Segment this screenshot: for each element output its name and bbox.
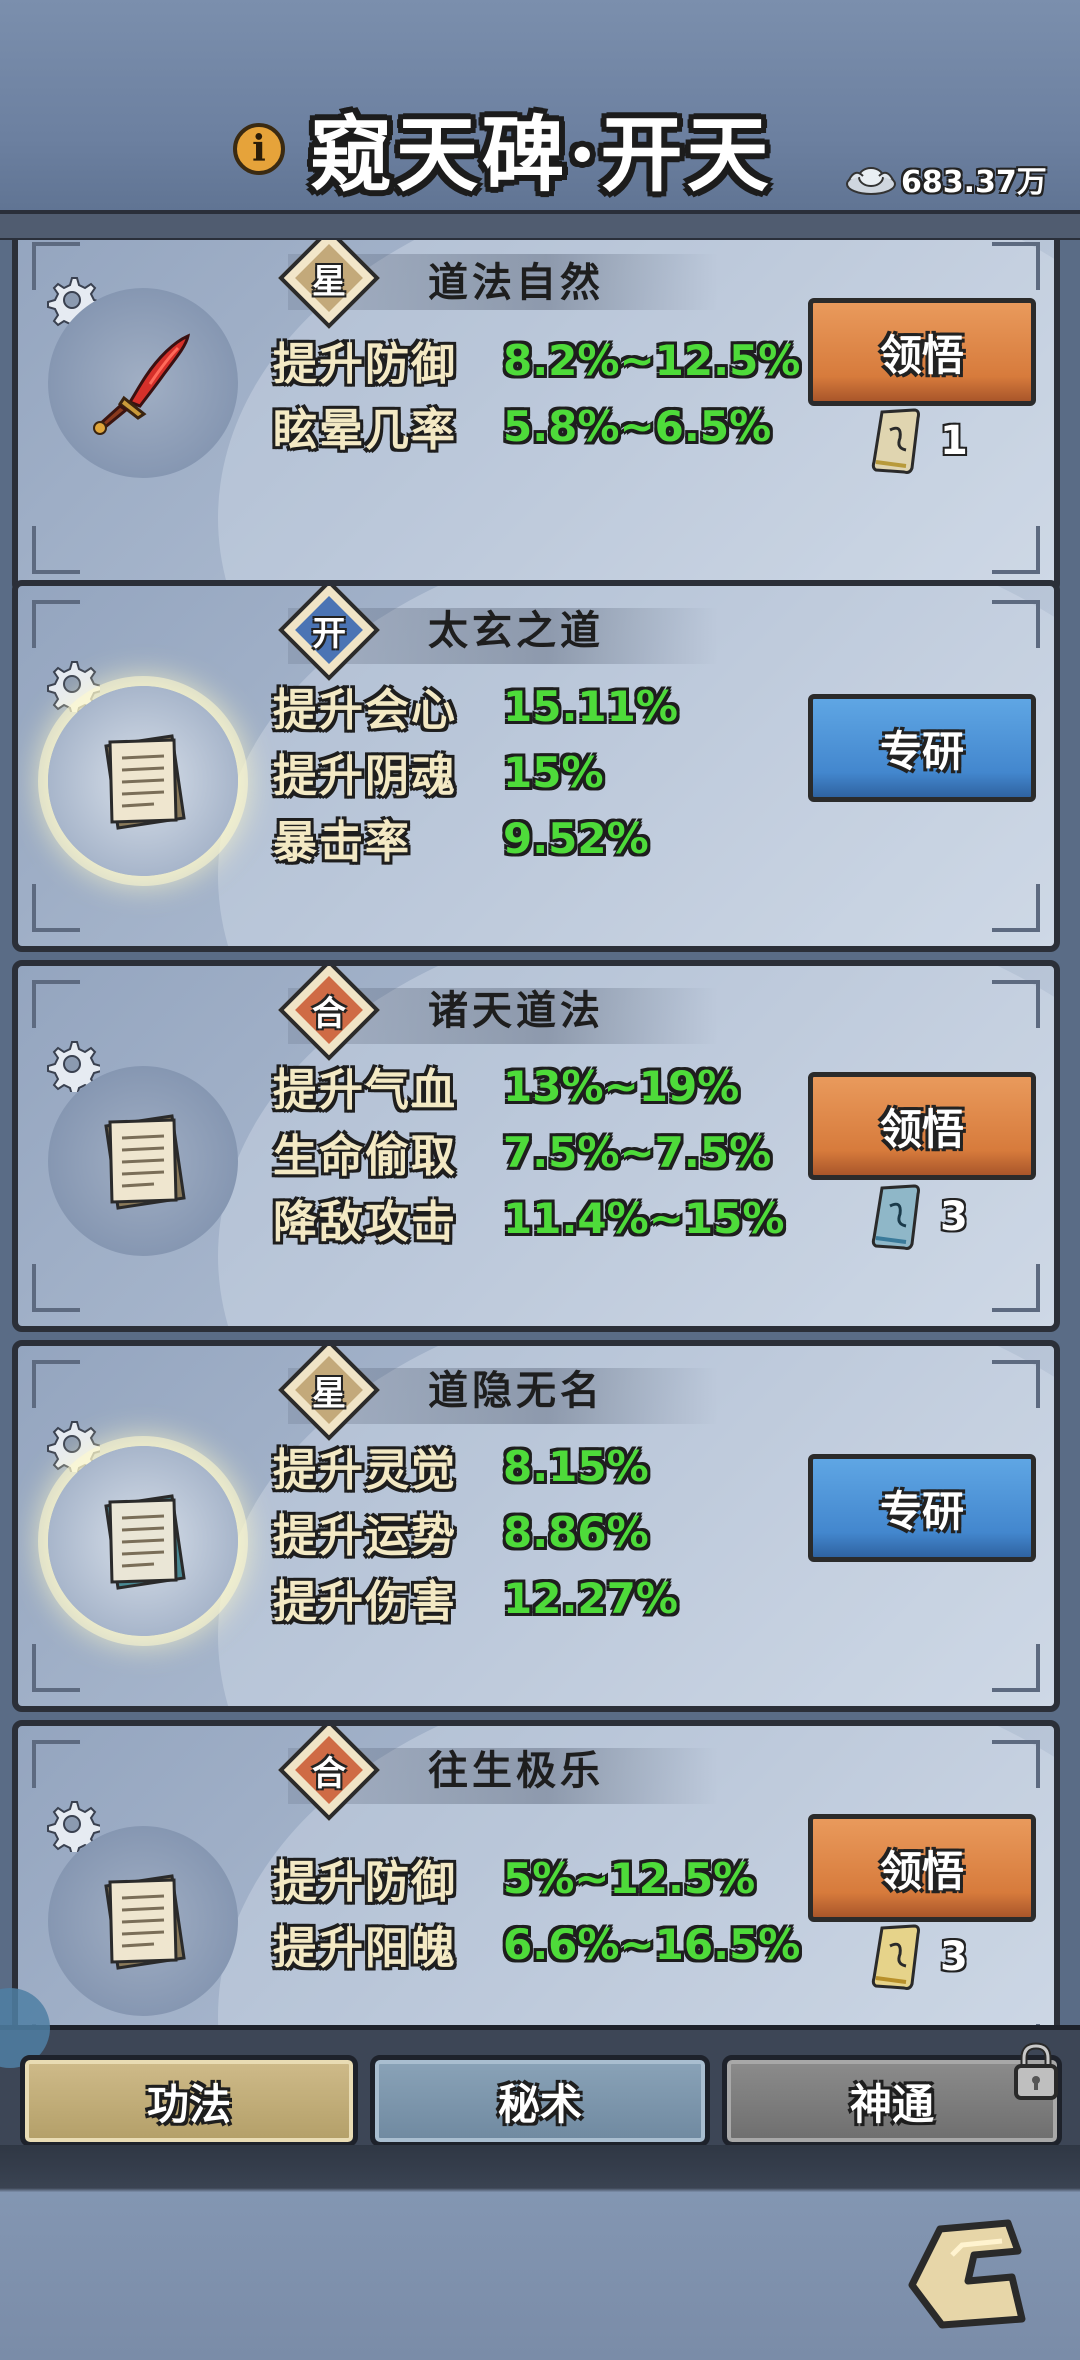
stat-value: 6.6%~16.5% xyxy=(503,1919,801,1969)
stat-label: 生命偷取 xyxy=(273,1131,457,1182)
rank-label: 开 xyxy=(312,613,346,654)
stat-row: 提升防御 5%~12.5% xyxy=(273,1848,756,1909)
info-icon[interactable]: i xyxy=(233,123,285,175)
stat-label: 眩晕几率 xyxy=(273,405,457,456)
stat-value: 8.2%~12.5% xyxy=(503,335,801,385)
rank-label: 合 xyxy=(312,993,346,1034)
research-button[interactable]: 专研 xyxy=(808,694,1036,802)
comprehend-button[interactable]: 领悟 xyxy=(808,298,1036,406)
item-slot[interactable] xyxy=(48,686,238,876)
gold-scroll-icon xyxy=(871,408,920,474)
item-slot[interactable] xyxy=(48,1826,238,2016)
stat-value: 8.86% xyxy=(503,1507,649,1557)
item-slot[interactable] xyxy=(48,288,238,478)
stat-row: 降敌攻击 11.4%~15% xyxy=(273,1188,785,1249)
rank-label: 星 xyxy=(312,261,346,302)
technique-name: 往生极乐 xyxy=(428,1747,604,1794)
paper-scroll-icon xyxy=(104,1874,186,1970)
stat-value: 8.15% xyxy=(503,1441,649,1491)
stat-label: 提升运势 xyxy=(273,1511,457,1562)
teal-paper-scroll-icon xyxy=(104,1494,186,1590)
stat-label: 提升阴魂 xyxy=(273,751,457,802)
technique-card: 开 太玄之道 提升会心 15.11% 提升阴魂 15% 暴击率 9.52% 专研 xyxy=(12,580,1060,952)
cost-display: 1 xyxy=(868,406,1008,476)
stat-value: 5%~12.5% xyxy=(503,1853,756,1903)
gold-scroll-icon xyxy=(871,1924,920,1990)
item-slot[interactable] xyxy=(48,1446,238,1636)
stat-value: 15.11% xyxy=(503,681,678,731)
stat-label: 提升气血 xyxy=(273,1065,457,1116)
stat-row: 提升阴魂 15% xyxy=(273,742,604,803)
currency-value: 683.37万 xyxy=(901,165,1047,200)
technique-list[interactable]: 星 道法自然 提升防御 8.2%~12.5% 眩晕几率 5.8%~6.5% 领悟… xyxy=(0,240,1080,2025)
tab-mishu[interactable]: 秘术 xyxy=(370,2055,710,2147)
stat-value: 11.4%~15% xyxy=(503,1193,785,1243)
stat-row: 提升阳魄 6.6%~16.5% xyxy=(273,1914,801,1975)
lock-icon xyxy=(1014,2042,1058,2100)
blue-scroll-icon xyxy=(871,1184,920,1250)
stat-row: 眩晕几率 5.8%~6.5% xyxy=(273,396,772,457)
stat-label: 提升伤害 xyxy=(273,1577,457,1628)
stat-value: 15% xyxy=(503,747,604,797)
stat-row: 提升气血 13%~19% xyxy=(273,1056,740,1117)
return-arrow-icon[interactable] xyxy=(892,2215,1042,2345)
red-sword-icon xyxy=(93,333,191,435)
header-divider xyxy=(0,210,1080,238)
stat-label: 提升防御 xyxy=(273,339,457,390)
technique-name: 道隐无名 xyxy=(428,1367,604,1414)
cost-count: 3 xyxy=(940,1934,968,1980)
rank-label: 合 xyxy=(312,1753,346,1794)
currency-display: 683.37万 xyxy=(845,155,1055,203)
stat-row: 暴击率 9.52% xyxy=(273,808,649,869)
item-slot[interactable] xyxy=(48,1066,238,1256)
stat-value: 5.8%~6.5% xyxy=(503,401,772,451)
technique-name: 道法自然 xyxy=(428,259,604,306)
stat-row: 提升防御 8.2%~12.5% xyxy=(273,330,801,391)
stat-label: 提升灵觉 xyxy=(273,1445,457,1496)
research-button[interactable]: 专研 xyxy=(808,1454,1036,1562)
stat-row: 生命偷取 7.5%~7.5% xyxy=(273,1122,772,1183)
stat-row: 提升会心 15.11% xyxy=(273,676,678,737)
silver-ingot-icon xyxy=(845,162,897,196)
technique-name: 诸天道法 xyxy=(428,987,604,1034)
stat-label: 降敌攻击 xyxy=(273,1197,457,1248)
technique-name: 太玄之道 xyxy=(428,607,604,654)
stat-row: 提升灵觉 8.15% xyxy=(273,1436,649,1497)
cost-display: 3 xyxy=(868,1182,1008,1252)
stat-label: 提升会心 xyxy=(273,685,457,736)
rank-label: 星 xyxy=(312,1373,346,1414)
stat-row: 提升伤害 12.27% xyxy=(273,1568,678,1629)
cost-count: 3 xyxy=(940,1194,968,1240)
comprehend-button[interactable]: 领悟 xyxy=(808,1814,1036,1922)
cost-display: 3 xyxy=(868,1922,1008,1992)
stat-value: 12.27% xyxy=(503,1573,678,1623)
paper-scroll-icon xyxy=(104,1114,186,1210)
paper-scroll-icon xyxy=(104,734,186,830)
technique-card: 合 往生极乐 提升防御 5%~12.5% 提升阳魄 6.6%~16.5% 领悟 … xyxy=(12,1720,1060,2025)
technique-card: 合 诸天道法 提升气血 13%~19% 生命偷取 7.5%~7.5% 降敌攻击 … xyxy=(12,960,1060,1332)
stat-value: 9.52% xyxy=(503,813,649,863)
page-title: 窥天碑·开天 xyxy=(310,107,773,203)
technique-card: 星 道隐无名 提升灵觉 8.15% 提升运势 8.86% 提升伤害 12.27%… xyxy=(12,1340,1060,1712)
stat-label: 暴击率 xyxy=(273,817,411,868)
stat-value: 7.5%~7.5% xyxy=(503,1127,772,1177)
stat-row: 提升运势 8.86% xyxy=(273,1502,649,1563)
tab-gongfa[interactable]: 功法 xyxy=(20,2055,358,2147)
stat-label: 提升阳魄 xyxy=(273,1923,457,1974)
stat-label: 提升防御 xyxy=(273,1857,457,1908)
comprehend-button[interactable]: 领悟 xyxy=(808,1072,1036,1180)
cost-count: 1 xyxy=(940,418,968,464)
stat-value: 13%~19% xyxy=(503,1061,740,1111)
technique-card: 星 道法自然 提升防御 8.2%~12.5% 眩晕几率 5.8%~6.5% 领悟… xyxy=(12,240,1060,594)
